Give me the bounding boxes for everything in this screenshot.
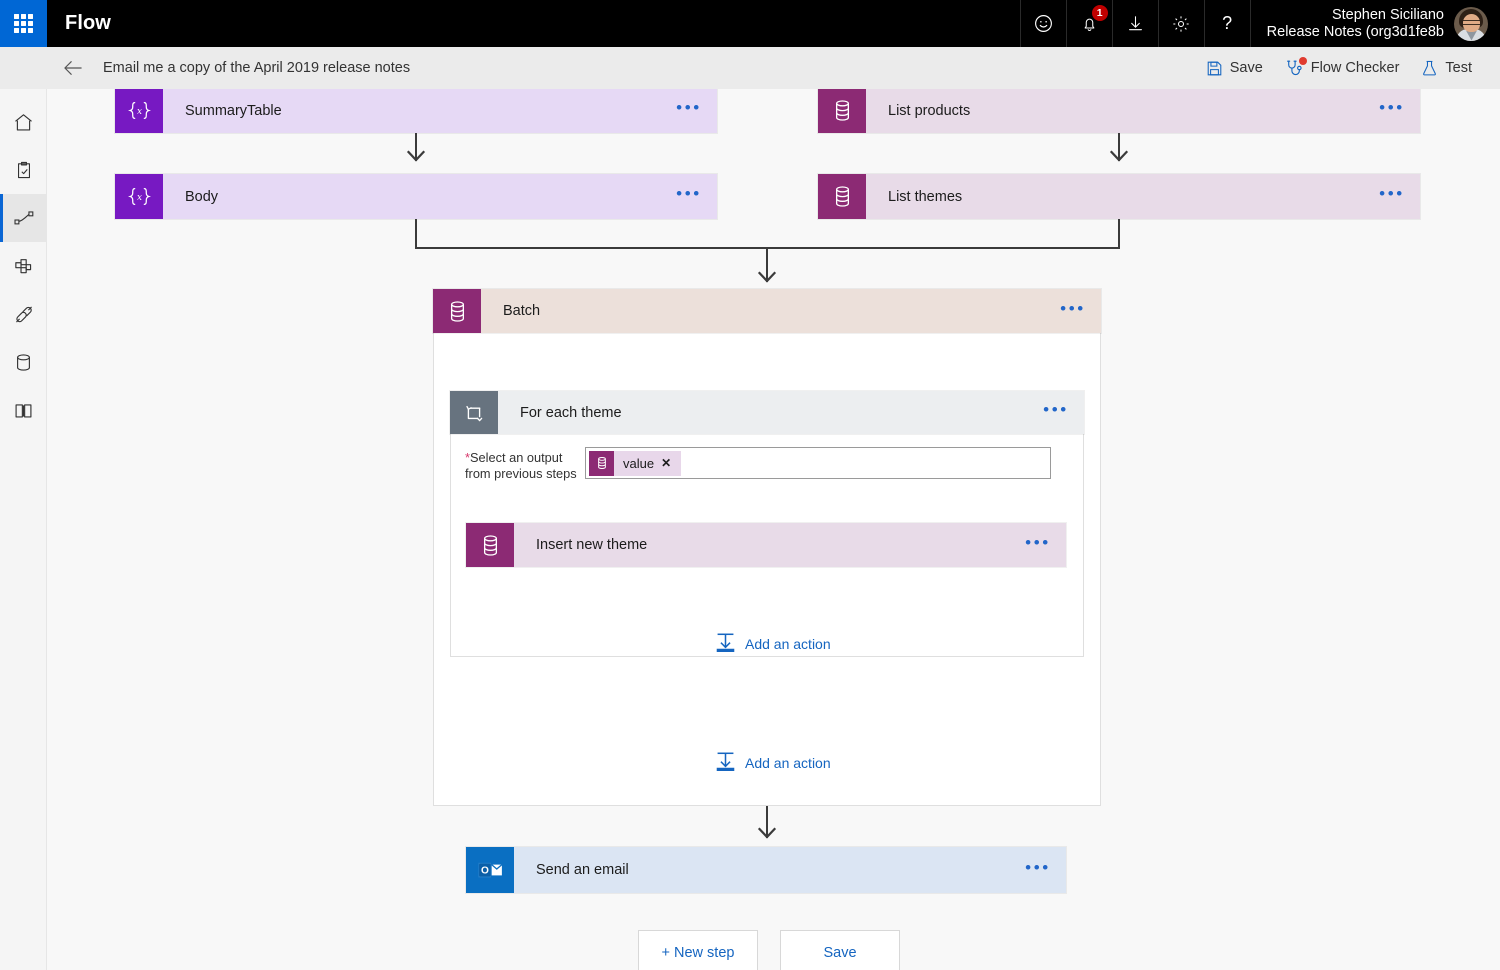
command-bar-left: Email me a copy of the April 2019 releas… — [0, 47, 410, 89]
node-title: For each theme — [520, 404, 622, 421]
avatar[interactable] — [1454, 6, 1488, 41]
left-nav-rail — [0, 47, 47, 970]
for-each-field-label: *Select an output from previous steps — [465, 447, 585, 482]
save-button-label: Save — [1229, 60, 1263, 76]
cds-database-icon — [466, 523, 514, 567]
notification-count-badge: 1 — [1091, 5, 1108, 21]
arrow-merge-to-batch — [757, 269, 777, 290]
node-overflow-menu[interactable]: ••• — [1045, 289, 1101, 333]
app-launcher-waffle-icon[interactable] — [0, 0, 47, 47]
waffle-grid — [14, 14, 33, 33]
token-value-chip[interactable]: value ✕ — [589, 450, 682, 476]
node-title: List themes — [888, 188, 963, 205]
loop-icon — [450, 391, 498, 434]
node-overflow-menu[interactable]: ••• — [1364, 174, 1420, 219]
svg-text:x: x — [136, 193, 141, 203]
outlook-icon: O — [466, 847, 514, 893]
token-remove-icon[interactable]: ✕ — [661, 456, 681, 470]
add-action-inside-loop-label: Add an action — [745, 636, 831, 652]
insert-action-icon — [715, 751, 736, 775]
new-step-button[interactable]: + New step — [638, 930, 758, 970]
node-insert-new-theme[interactable]: Insert new theme ••• — [466, 523, 1066, 567]
add-action-inside-loop-button[interactable]: Add an action — [715, 632, 831, 656]
user-account-menu[interactable]: Stephen Siciliano Release Notes (org3d1f… — [1249, 0, 1500, 47]
node-overflow-menu[interactable]: ••• — [1364, 89, 1420, 133]
arrow-summary-to-body — [406, 148, 426, 169]
flow-checker-alert-dot — [1298, 56, 1307, 65]
node-title: Body — [185, 188, 219, 205]
help-question-icon[interactable]: ? — [1203, 0, 1250, 47]
for-each-input-field-row: *Select an output from previous steps va… — [465, 447, 1051, 482]
help-question-glyph: ? — [1222, 13, 1233, 33]
token-value-label: value — [623, 455, 655, 471]
node-overflow-menu[interactable]: ••• — [661, 174, 717, 219]
node-title: Insert new theme — [536, 537, 648, 553]
cds-database-icon — [433, 289, 481, 333]
arrow-products-to-themes — [1109, 148, 1129, 169]
test-button-label: Test — [1445, 60, 1472, 76]
flow-checker-label: Flow Checker — [1310, 60, 1400, 76]
sidebar-item-templates[interactable] — [0, 242, 47, 290]
back-arrow-icon[interactable] — [47, 47, 99, 89]
gear-icon[interactable] — [1157, 0, 1204, 47]
cds-database-icon — [589, 450, 614, 476]
arrow-batch-to-email — [757, 825, 777, 846]
flask-icon — [1421, 59, 1438, 77]
node-send-an-email[interactable]: O Send an email ••• — [466, 847, 1066, 893]
add-action-inside-scope-button[interactable]: Add an action — [715, 751, 831, 775]
svg-text:O: O — [480, 865, 488, 876]
node-overflow-menu[interactable]: ••• — [1028, 391, 1084, 434]
save-disk-icon — [1206, 60, 1223, 77]
user-text-block: Stephen Siciliano Release Notes (org3d1f… — [1267, 7, 1444, 41]
for-each-token-input[interactable]: value ✕ — [585, 447, 1051, 479]
node-summary-table[interactable]: x SummaryTable ••• — [115, 89, 717, 133]
notifications-bell-icon[interactable]: 1 — [1065, 0, 1112, 47]
node-overflow-menu[interactable]: ••• — [1010, 847, 1066, 893]
sidebar-item-connectors[interactable] — [0, 290, 47, 338]
sidebar-item-approvals[interactable] — [0, 146, 47, 194]
sidebar-item-my-flows[interactable] — [0, 194, 47, 242]
for-each-field-label-line2: from previous steps — [465, 466, 577, 481]
node-body[interactable]: x Body ••• — [115, 174, 717, 219]
node-title: Send an email — [536, 862, 629, 878]
svg-text:x: x — [136, 107, 141, 117]
node-title: Batch — [503, 303, 541, 319]
download-icon[interactable] — [1111, 0, 1158, 47]
cds-database-icon — [818, 174, 866, 219]
node-list-products[interactable]: List products ••• — [818, 89, 1420, 133]
node-title: SummaryTable — [185, 102, 282, 119]
flow-checker-button[interactable]: Flow Checker — [1285, 56, 1400, 78]
sidebar-item-data[interactable] — [0, 338, 47, 386]
test-button[interactable]: Test — [1421, 59, 1472, 77]
save-button[interactable]: Save — [1206, 60, 1263, 77]
flow-title: Email me a copy of the April 2019 releas… — [103, 60, 411, 76]
node-list-themes[interactable]: List themes ••• — [818, 174, 1420, 219]
app-brand-title[interactable]: Flow — [47, 0, 111, 47]
node-title: List products — [888, 102, 971, 119]
for-each-field-label-line1: Select an output — [469, 450, 563, 465]
cds-database-icon — [818, 89, 866, 133]
command-bar: Email me a copy of the April 2019 releas… — [0, 47, 1500, 89]
add-action-inside-scope-label: Add an action — [745, 755, 831, 771]
top-app-bar: Flow 1 ? Stephen Siciliano Release Notes… — [0, 0, 1500, 47]
designer-save-button[interactable]: Save — [780, 930, 900, 970]
node-for-each-theme[interactable]: For each theme ••• — [450, 391, 1084, 434]
insert-action-icon — [715, 632, 736, 656]
variable-braces-icon: x — [115, 174, 163, 219]
sidebar-item-learn[interactable] — [0, 386, 47, 434]
connector-themes-down — [1118, 219, 1120, 249]
designer-footer-buttons: + New step Save — [638, 930, 900, 970]
connector-body-down — [415, 219, 417, 249]
user-environment: Release Notes (org3d1fe8b — [1266, 23, 1444, 40]
feedback-smiley-icon[interactable] — [1019, 0, 1066, 47]
sidebar-item-home[interactable] — [0, 98, 47, 146]
variable-braces-icon: x — [115, 89, 163, 133]
command-bar-actions: Save Flow Checker Test — [1206, 56, 1500, 78]
node-batch[interactable]: Batch ••• — [433, 289, 1101, 333]
flow-designer-canvas: x SummaryTable ••• x Body ••• List produ… — [48, 89, 1500, 970]
user-name: Stephen Siciliano — [1331, 6, 1444, 23]
node-overflow-menu[interactable]: ••• — [1010, 523, 1066, 567]
node-overflow-menu[interactable]: ••• — [661, 89, 717, 133]
